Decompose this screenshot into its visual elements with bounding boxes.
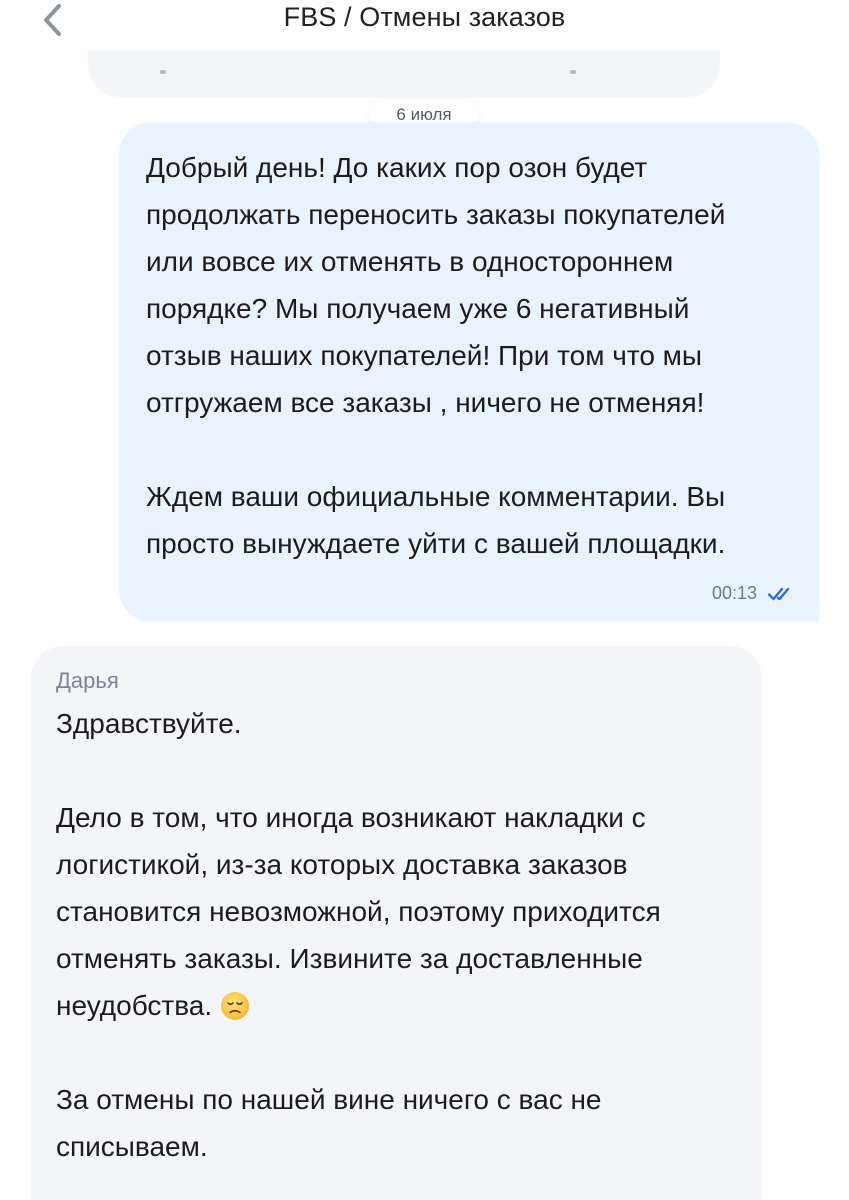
incoming-message-bubble[interactable]: Дарья Здравствуйте. Дело в том, что иног…: [31, 646, 762, 1200]
message-line: становится невозможной, поэтому приходит…: [56, 896, 661, 927]
chat-title: FBS / Отмены заказов: [283, 2, 566, 32]
message-line: порядке? Мы получаем уже 6 негативный: [146, 293, 690, 324]
message-line: отзыв наших покупателей! При том что мы: [146, 340, 703, 371]
outgoing-message-bubble[interactable]: Добрый день! До каких пор озон будет про…: [119, 122, 819, 622]
message-line: списываем.: [56, 1131, 208, 1162]
message-line: За отмены по нашей вине ничего с вас не: [56, 1084, 602, 1115]
message-line: продолжать переносить заказы покупателей: [146, 199, 726, 230]
message-meta: 00:13: [712, 583, 795, 604]
message-line: логистикой, из-за которых доставка заказ…: [56, 849, 628, 880]
message-line: Дело в том, что иногда возникают накладк…: [56, 802, 646, 833]
message-line: отменять заказы. Извините за доставленны…: [56, 943, 643, 974]
previous-message-remnant: [570, 70, 576, 74]
message-line: отгружаем все заказы , ничего не отменяя…: [146, 387, 705, 418]
chat-screen: FBS / Отмены заказов 6 июля Добрый день!…: [0, 0, 849, 1200]
outgoing-message-text: Добрый день! До каких пор озон будет про…: [146, 144, 806, 567]
sender-name: Дарья: [56, 668, 119, 693]
chat-header: FBS / Отмены заказов: [0, 0, 849, 50]
incoming-message-text: Здравствуйте. Дело в том, что иногда воз…: [56, 700, 746, 1170]
message-line: неудобства.: [56, 990, 213, 1021]
double-check-icon: [767, 587, 790, 600]
previous-message-remnant: [160, 70, 166, 74]
message-line: Ждем ваши официальные комментарии. Вы: [146, 481, 726, 512]
message-line: или вовсе их отменять в одностороннем: [146, 246, 674, 277]
disappointed-face-icon: [221, 992, 250, 1020]
message-line-with-emoji: неудобства.: [56, 982, 746, 1029]
message-line: просто вынуждаете уйти с вашей площадки.: [146, 528, 726, 559]
message-time: 00:13: [711, 583, 757, 603]
message-line: Добрый день! До каких пор озон будет: [146, 152, 648, 183]
message-line: Здравствуйте.: [56, 708, 242, 739]
